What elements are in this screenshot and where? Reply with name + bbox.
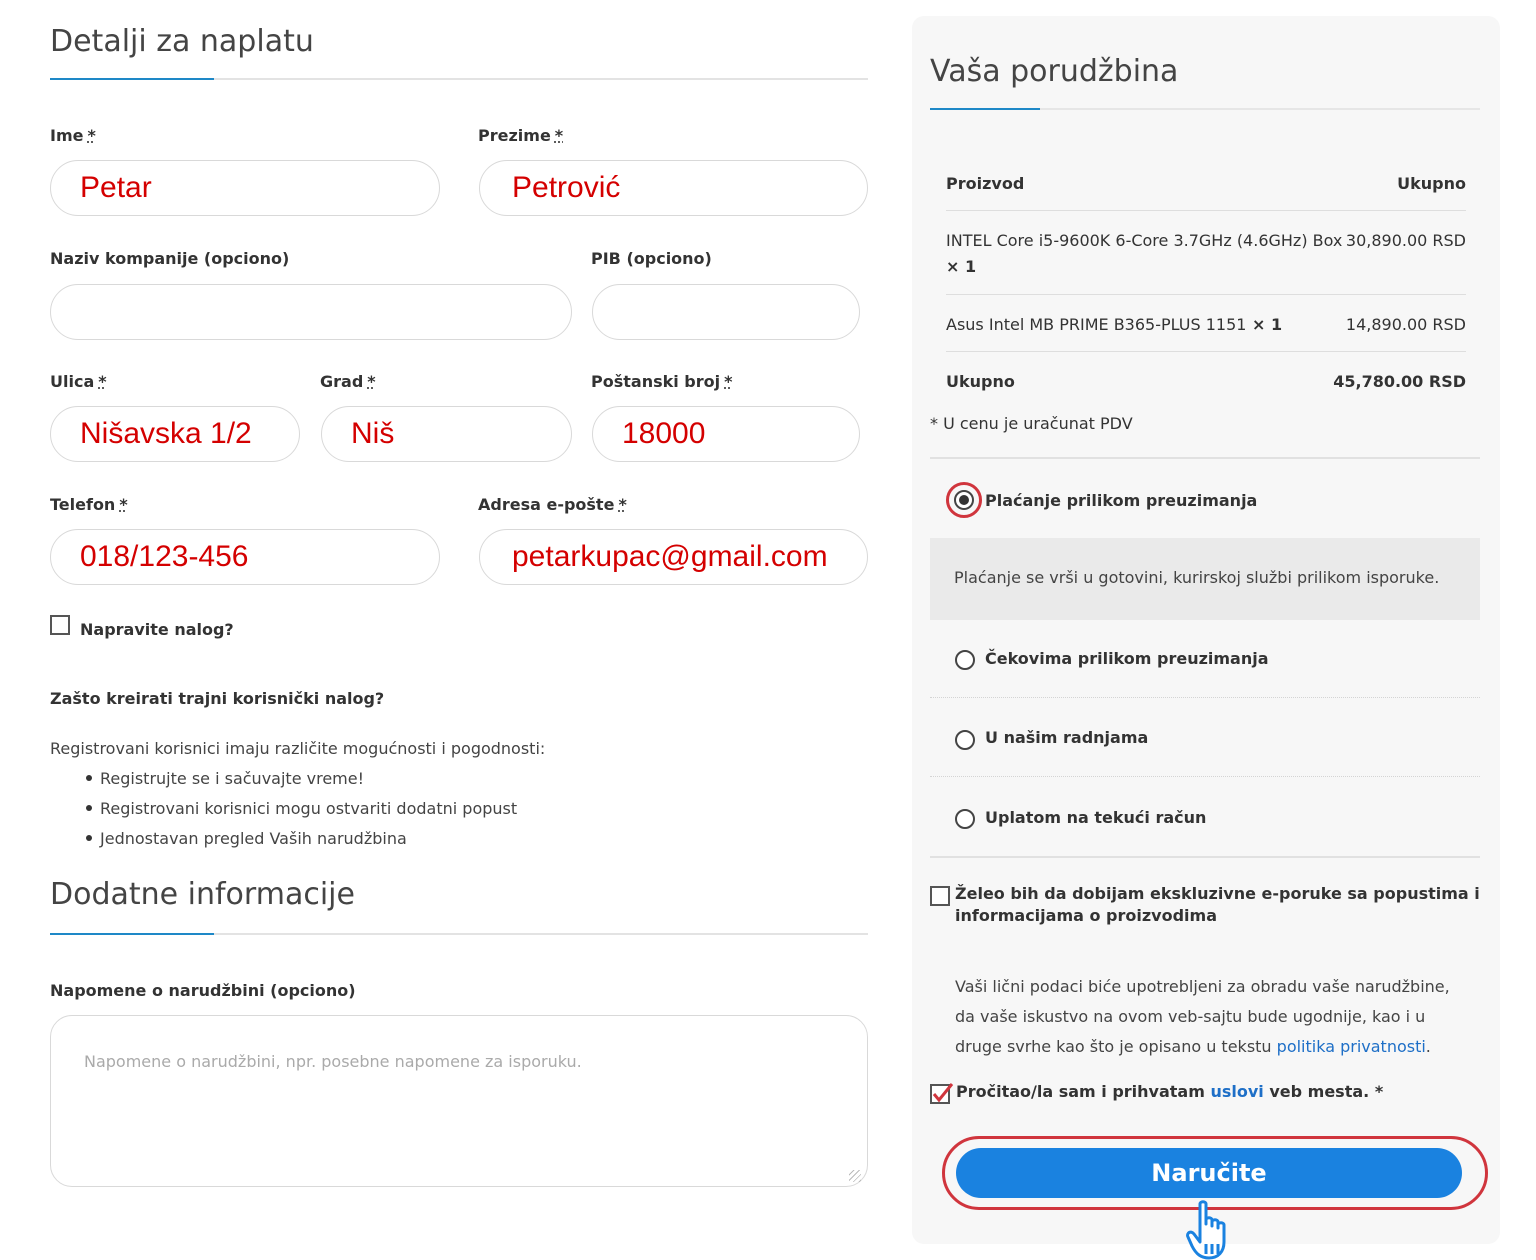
street-input[interactable]: Nišavska 1/2	[50, 406, 300, 462]
email-input[interactable]: petarkupac@gmail.com	[479, 529, 868, 585]
payment-divider	[930, 776, 1480, 777]
place-order-button[interactable]: Naručite	[956, 1148, 1462, 1198]
last-name-label: Prezime *	[478, 126, 564, 145]
order-divider	[946, 294, 1466, 295]
terms-link[interactable]: uslovi	[1210, 1082, 1263, 1101]
payment-radio-bank[interactable]	[955, 809, 975, 829]
order-item-total: 30,890.00 RSD	[1345, 231, 1466, 250]
order-summary-panel	[912, 16, 1500, 1244]
pointer-hand-icon	[1186, 1200, 1226, 1260]
additional-title-divider	[50, 933, 868, 935]
order-title-divider	[930, 108, 1480, 110]
payment-label-cheque[interactable]: Čekovima prilikom preuzimanja	[985, 649, 1269, 668]
payment-label-store[interactable]: U našim radnjama	[985, 728, 1148, 747]
postal-label: Poštanski broj *	[591, 372, 733, 391]
order-item-total: 14,890.00 RSD	[1345, 315, 1466, 334]
payment-description: Plaćanje se vrši u gotovini, kurirskoj s…	[930, 538, 1480, 620]
payment-description-text: Plaćanje se vrši u gotovini, kurirskoj s…	[954, 568, 1440, 587]
order-notes-label: Napomene o narudžbini (opciono)	[50, 981, 356, 1000]
city-input[interactable]: Niš	[321, 406, 572, 462]
postal-input[interactable]: 18000	[592, 406, 860, 462]
payment-radio-store[interactable]	[955, 730, 975, 750]
terms-checkbox[interactable]	[930, 1082, 954, 1106]
why-account-title: Zašto kreirati trajni korisnički nalog?	[50, 689, 385, 708]
col-product-header: Proizvod	[946, 174, 1025, 193]
order-divider	[946, 210, 1466, 211]
why-item: Jednostavan pregled Vaših narudžbina	[100, 829, 407, 848]
bullet-dot	[86, 835, 92, 841]
payment-label-bank[interactable]: Uplatom na tekući račun	[985, 808, 1206, 827]
pib-label: PIB (opciono)	[591, 249, 712, 268]
payment-label-cod[interactable]: Plaćanje prilikom preuzimanja	[985, 491, 1257, 510]
first-name-label: Ime *	[50, 126, 96, 145]
first-name-input[interactable]: Petar	[50, 160, 440, 216]
privacy-text-line3: druge svrhe kao što je opisano u tekstu …	[955, 1037, 1431, 1056]
col-total-header: Ukupno	[1397, 174, 1466, 193]
resize-grip-icon[interactable]	[849, 1170, 861, 1182]
company-label: Naziv kompanije (opciono)	[50, 249, 290, 268]
order-item-qty: × 1	[946, 257, 977, 276]
order-divider	[946, 351, 1466, 352]
newsletter-divider	[930, 856, 1480, 858]
company-input[interactable]	[50, 284, 572, 340]
order-item-name: INTEL Core i5-9600K 6-Core 3.7GHz (4.6GH…	[946, 231, 1343, 250]
city-label: Grad *	[320, 372, 376, 391]
additional-title: Dodatne informacije	[50, 877, 355, 912]
payment-divider	[930, 457, 1480, 459]
order-total-label: Ukupno	[946, 372, 1015, 391]
order-item-name: Asus Intel MB PRIME B365-PLUS 1151	[946, 315, 1247, 334]
order-item-qty: × 1	[1252, 315, 1283, 334]
last-name-input[interactable]: Petrović	[479, 160, 868, 216]
billing-title: Detalji za naplatu	[50, 24, 314, 59]
payment-radio-cod[interactable]	[954, 490, 974, 510]
order-notes-textarea[interactable]: Napomene o narudžbini, npr. posebne napo…	[50, 1015, 868, 1187]
bullet-dot	[86, 805, 92, 811]
order-notes-placeholder: Napomene o narudžbini, npr. posebne napo…	[84, 1052, 582, 1071]
pib-input[interactable]	[592, 284, 860, 340]
newsletter-label-line1[interactable]: Želeo bih da dobijam ekskluzivne e-poruk…	[955, 884, 1480, 903]
order-total-value: 45,780.00 RSD	[1333, 372, 1466, 391]
order-title: Vaša porudžbina	[930, 54, 1179, 89]
why-item: Registrovani korisnici mogu ostvariti do…	[100, 799, 518, 818]
bullet-dot	[86, 775, 92, 781]
create-account-label[interactable]: Napravite nalog?	[80, 620, 234, 639]
create-account-checkbox[interactable]	[50, 615, 70, 635]
privacy-policy-link[interactable]: politika privatnosti	[1277, 1037, 1426, 1056]
street-label: Ulica *	[50, 372, 107, 391]
payment-divider	[930, 697, 1480, 698]
privacy-text-line2: da vaše iskustvo na ovom veb-sajtu bude …	[955, 1007, 1426, 1026]
why-account-intro: Registrovani korisnici imaju različite m…	[50, 739, 546, 758]
email-label: Adresa e-pošte *	[478, 495, 627, 514]
newsletter-label-line2[interactable]: informacijama o proizvodima	[955, 906, 1217, 925]
why-item: Registrujte se i sačuvajte vreme!	[100, 769, 364, 788]
privacy-text-line1: Vaši lični podaci biće upotrebljeni za o…	[955, 977, 1450, 996]
vat-note: * U cenu je uračunat PDV	[930, 414, 1133, 433]
billing-title-divider	[50, 78, 868, 80]
newsletter-checkbox[interactable]	[930, 886, 950, 906]
payment-radio-cheque[interactable]	[955, 650, 975, 670]
phone-label: Telefon *	[50, 495, 128, 514]
phone-input[interactable]: 018/123-456	[50, 529, 440, 585]
terms-label[interactable]: Pročitao/la sam i prihvatam uslovi veb m…	[956, 1082, 1383, 1101]
